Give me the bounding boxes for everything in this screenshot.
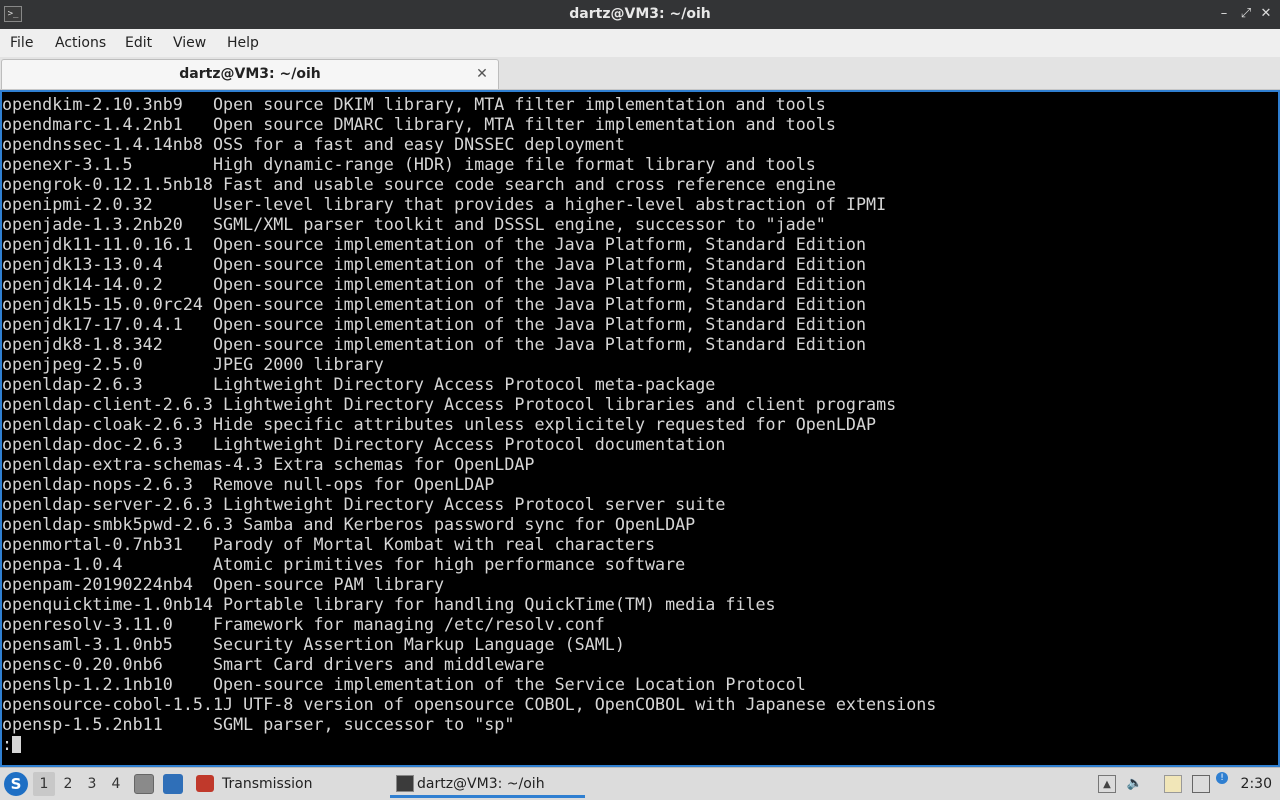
terminal-line: openldap-client-2.6.3 Lightweight Direct… bbox=[2, 394, 897, 414]
task-terminal[interactable]: dartz@VM3: ~/oih bbox=[390, 770, 585, 798]
terminal-line: openldap-nops-2.6.3 Remove null-ops for … bbox=[2, 474, 495, 494]
window-titlebar[interactable]: >_ dartz@VM3: ~/oih – ⤢ ✕ bbox=[0, 0, 1280, 29]
window-title: dartz@VM3: ~/oih bbox=[569, 6, 711, 22]
terminal-line: opensaml-3.1.0nb5 Security Assertion Mar… bbox=[2, 634, 625, 654]
terminal-line: openjdk17-17.0.4.1 Open-source implement… bbox=[2, 314, 867, 334]
workspace-3[interactable]: 3 bbox=[81, 772, 103, 796]
workspace-4[interactable]: 4 bbox=[105, 772, 127, 796]
terminal-line: openldap-cloak-2.6.3 Hide specific attri… bbox=[2, 414, 877, 434]
clock[interactable]: 2:30 bbox=[1241, 768, 1272, 801]
menu-actions[interactable]: Actions bbox=[55, 29, 106, 57]
terminal-line: openipmi-2.0.32 User-level library that … bbox=[2, 194, 887, 214]
workspace-2[interactable]: 2 bbox=[57, 772, 79, 796]
terminal-line: openldap-extra-schemas-4.3 Extra schemas… bbox=[2, 454, 535, 474]
minimize-button[interactable]: – bbox=[1216, 6, 1232, 22]
network-icon[interactable] bbox=[1192, 775, 1210, 793]
menu-help[interactable]: Help bbox=[227, 29, 259, 57]
terminal-line: opensource-cobol-1.5.1J UTF-8 version of… bbox=[2, 694, 937, 714]
menu-file[interactable]: File bbox=[10, 29, 33, 57]
terminal-line: openjpeg-2.5.0 JPEG 2000 library bbox=[2, 354, 384, 374]
task-label: dartz@VM3: ~/oih bbox=[417, 776, 545, 792]
terminal-line: openjade-1.3.2nb20 SGML/XML parser toolk… bbox=[2, 214, 826, 234]
taskbar: S 1 2 3 4 Transmission dartz@VM3: ~/oih … bbox=[0, 767, 1280, 800]
notification-icon[interactable]: ! bbox=[1216, 772, 1228, 784]
tab-close-icon[interactable]: ✕ bbox=[474, 66, 490, 82]
clipboard-icon[interactable]: ▲ bbox=[1098, 775, 1116, 793]
terminal-line: openjdk11-11.0.16.1 Open-source implemen… bbox=[2, 234, 867, 254]
terminal-line: openldap-server-2.6.3 Lightweight Direct… bbox=[2, 494, 726, 514]
close-window-button[interactable]: ✕ bbox=[1258, 6, 1274, 22]
terminal-line: openldap-2.6.3 Lightweight Directory Acc… bbox=[2, 374, 716, 394]
tab-terminal[interactable]: dartz@VM3: ~/oih ✕ bbox=[1, 59, 499, 89]
menu-view[interactable]: View bbox=[173, 29, 206, 57]
file-manager-icon[interactable] bbox=[134, 774, 154, 794]
start-menu-icon[interactable]: S bbox=[4, 772, 28, 796]
task-transmission[interactable]: Transmission bbox=[196, 770, 376, 798]
terminal-line: opendmarc-1.4.2nb1 Open source DMARC lib… bbox=[2, 114, 836, 134]
prompt-text: : bbox=[2, 734, 13, 754]
transmission-icon bbox=[196, 775, 214, 792]
terminal-line: openldap-smbk5pwd-2.6.3 Samba and Kerber… bbox=[2, 514, 696, 534]
terminal-output: opendkim-2.10.3nb9 Open source DKIM libr… bbox=[2, 94, 936, 754]
terminal-line: opensp-1.5.2nb11 SGML parser, successor … bbox=[2, 714, 515, 734]
restore-button[interactable]: ⤢ bbox=[1238, 6, 1254, 22]
terminal-line: opensc-0.20.0nb6 Smart Card drivers and … bbox=[2, 654, 545, 674]
terminal-line: openresolv-3.11.0 Framework for managing… bbox=[2, 614, 605, 634]
terminal-line: openexr-3.1.5 High dynamic-range (HDR) i… bbox=[2, 154, 816, 174]
menu-edit[interactable]: Edit bbox=[125, 29, 152, 57]
volume-icon[interactable]: 🔈 bbox=[1126, 775, 1144, 793]
terminal-line: opendnssec-1.4.14nb8 OSS for a fast and … bbox=[2, 134, 625, 154]
workspace-1[interactable]: 1 bbox=[33, 772, 55, 796]
terminal-line: openpam-20190224nb4 Open-source PAM libr… bbox=[2, 574, 445, 594]
terminal-line: openjdk13-13.0.4 Open-source implementat… bbox=[2, 254, 867, 274]
text-cursor bbox=[12, 736, 22, 753]
terminal-prompt[interactable]: : bbox=[2, 734, 936, 754]
notes-icon[interactable] bbox=[1164, 775, 1182, 793]
terminal-view[interactable]: opendkim-2.10.3nb9 Open source DKIM libr… bbox=[0, 90, 1280, 767]
terminal-line: openjdk15-15.0.0rc24 Open-source impleme… bbox=[2, 294, 867, 314]
task-label: Transmission bbox=[222, 776, 313, 792]
terminal-line: openldap-doc-2.6.3 Lightweight Directory… bbox=[2, 434, 726, 454]
terminal-line: openjdk8-1.8.342 Open-source implementat… bbox=[2, 334, 867, 354]
terminal-line: openmortal-0.7nb31 Parody of Mortal Komb… bbox=[2, 534, 656, 554]
terminal-line: openjdk14-14.0.2 Open-source implementat… bbox=[2, 274, 867, 294]
terminal-line: opengrok-0.12.1.5nb18 Fast and usable so… bbox=[2, 174, 836, 194]
terminal-line: opendkim-2.10.3nb9 Open source DKIM libr… bbox=[2, 94, 826, 114]
show-desktop-icon[interactable] bbox=[163, 774, 183, 794]
tab-bar: dartz@VM3: ~/oih ✕ bbox=[0, 57, 1280, 90]
terminal-line: openslp-1.2.1nb10 Open-source implementa… bbox=[2, 674, 806, 694]
terminal-line: openpa-1.0.4 Atomic primitives for high … bbox=[2, 554, 686, 574]
terminal-line: openquicktime-1.0nb14 Portable library f… bbox=[2, 594, 776, 614]
terminal-icon bbox=[396, 775, 414, 792]
menu-bar: File Actions Edit View Help bbox=[0, 29, 1280, 57]
tab-label: dartz@VM3: ~/oih bbox=[179, 66, 321, 82]
